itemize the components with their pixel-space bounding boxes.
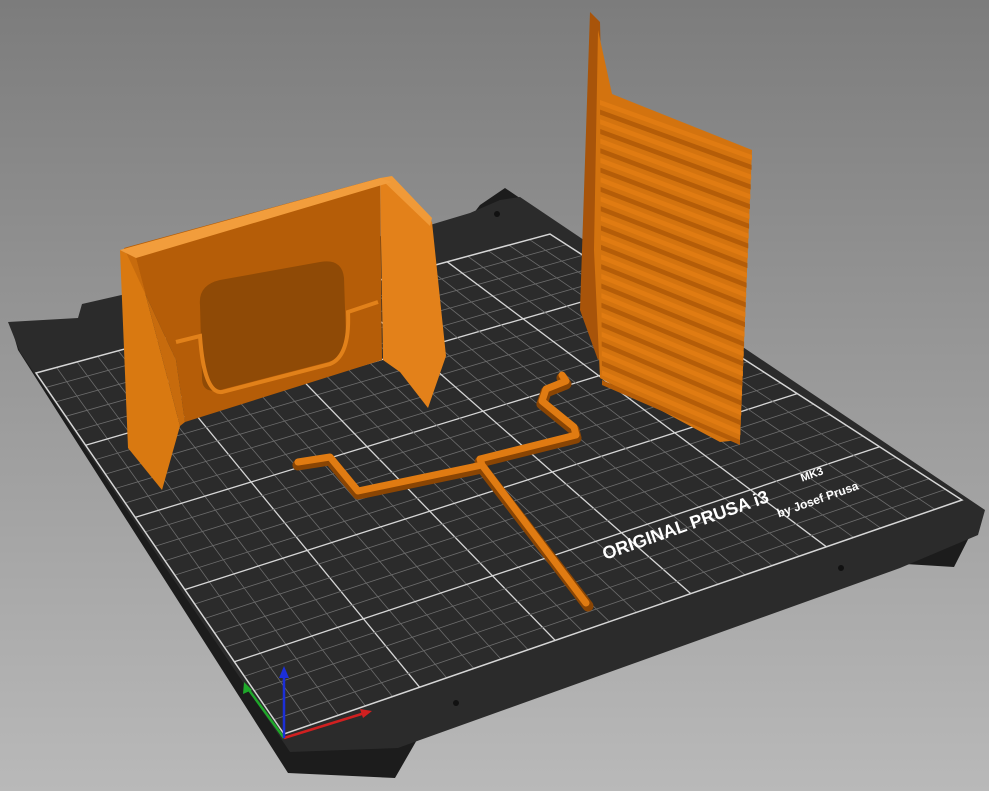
bed-screw-hole (838, 565, 844, 571)
bed-screw-hole (494, 211, 500, 217)
scene-canvas[interactable]: ORIGINAL PRUSA i3 MK3 by Josef Prusa (0, 0, 989, 791)
bed-screw-hole (453, 700, 459, 706)
3d-viewport[interactable]: ORIGINAL PRUSA i3 MK3 by Josef Prusa (0, 0, 989, 791)
